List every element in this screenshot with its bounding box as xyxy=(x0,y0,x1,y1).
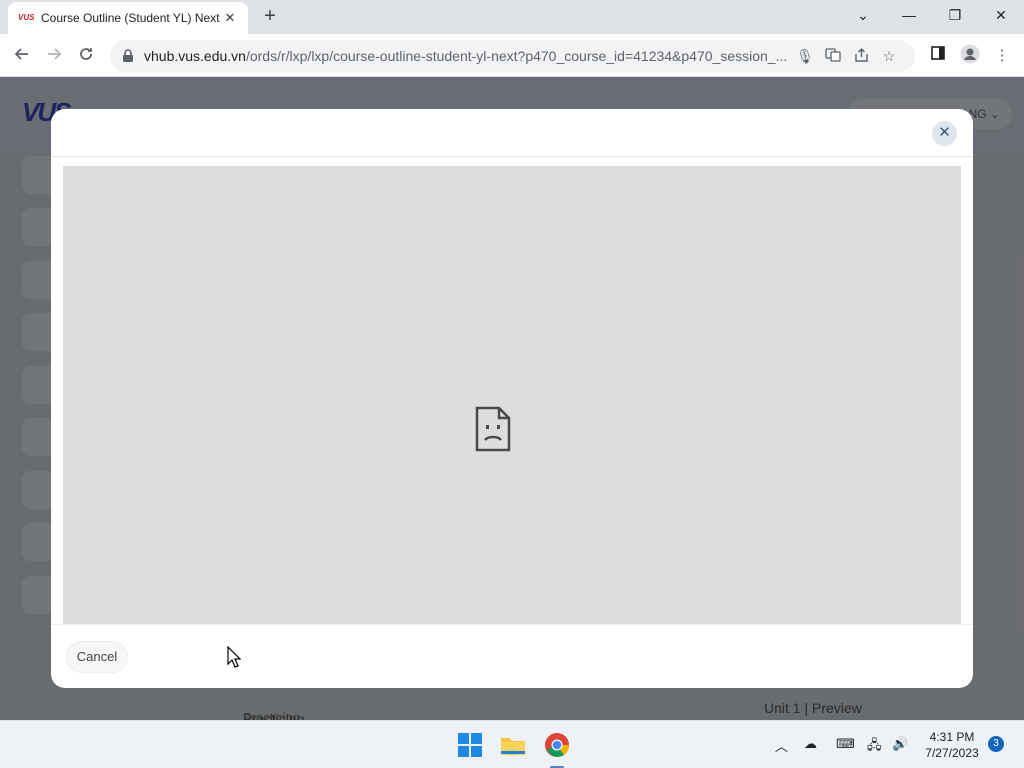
side-panel-icon[interactable] xyxy=(926,44,950,68)
translate-icon[interactable] xyxy=(819,47,847,65)
preview-modal: ✕ Cancel xyxy=(51,109,973,688)
microphone-icon[interactable]: 🎙 xyxy=(791,48,819,65)
windows-taskbar: ︿ ☁ ⌨ 🖧 🔊 4:31 PM 7/27/2023 3 xyxy=(0,720,1024,768)
browser-tab-active[interactable]: VUS Course Outline (Student YL) Next ✕ xyxy=(8,2,248,34)
onedrive-icon[interactable]: ☁ xyxy=(804,736,817,752)
tab-search-icon[interactable]: ⌄ xyxy=(840,0,886,32)
close-window-button[interactable]: ✕ xyxy=(978,0,1024,32)
sad-file-icon xyxy=(475,406,511,452)
tab-title: Course Outline (Student YL) Next xyxy=(41,11,220,25)
file-explorer-icon[interactable] xyxy=(498,730,528,760)
url-text[interactable]: vhub.vus.edu.vn/ords/r/lxp/lxp/course-ou… xyxy=(144,48,791,64)
tab-close-icon[interactable]: ✕ xyxy=(222,10,238,26)
address-bar[interactable]: vhub.vus.edu.vn/ords/r/lxp/lxp/course-ou… xyxy=(110,40,915,72)
clock-date: 7/27/2023 xyxy=(925,746,979,760)
system-clock[interactable]: 4:31 PM 7/27/2023 xyxy=(920,729,984,761)
new-tab-button[interactable]: + xyxy=(259,6,281,28)
practicing-label-visible[interactable]: Practicing xyxy=(243,710,300,720)
embedded-frame xyxy=(63,166,961,624)
lock-icon[interactable] xyxy=(122,49,136,63)
maximize-button[interactable]: ❐ xyxy=(932,0,978,32)
cancel-button[interactable]: Cancel xyxy=(66,641,128,673)
profile-avatar-icon[interactable] xyxy=(958,44,982,68)
network-icon[interactable]: 🖧 xyxy=(867,736,882,758)
modal-footer: Cancel xyxy=(51,624,973,688)
notification-badge[interactable]: 3 xyxy=(988,736,1004,752)
bookmark-star-icon[interactable]: ☆ xyxy=(875,48,903,65)
windows-start-icon[interactable] xyxy=(455,730,485,760)
close-icon[interactable]: ✕ xyxy=(932,121,957,146)
back-icon[interactable] xyxy=(9,43,35,69)
browser-toolbar: vhub.vus.edu.vn/ords/r/lxp/lxp/course-ou… xyxy=(0,34,1024,77)
show-hidden-icons-icon[interactable]: ︿ xyxy=(775,736,788,755)
modal-header: ✕ xyxy=(51,109,973,157)
volume-icon[interactable]: 🔊 xyxy=(892,736,908,752)
reload-icon[interactable] xyxy=(73,43,99,69)
unit-preview-label-visible[interactable]: Unit 1 | Preview xyxy=(764,700,862,716)
vus-favicon-icon: VUS xyxy=(18,13,35,22)
chrome-menu-icon[interactable]: ⋮ xyxy=(990,44,1014,68)
forward-icon[interactable] xyxy=(41,43,67,69)
clock-time: 4:31 PM xyxy=(929,730,975,744)
mouse-cursor-icon xyxy=(227,646,241,668)
chrome-icon[interactable] xyxy=(542,730,572,760)
share-icon[interactable] xyxy=(847,47,875,65)
keyboard-icon[interactable]: ⌨ xyxy=(836,736,855,752)
tab-strip: VUS Course Outline (Student YL) Next ✕ +… xyxy=(0,0,1024,34)
minimize-button[interactable]: — xyxy=(886,0,932,32)
